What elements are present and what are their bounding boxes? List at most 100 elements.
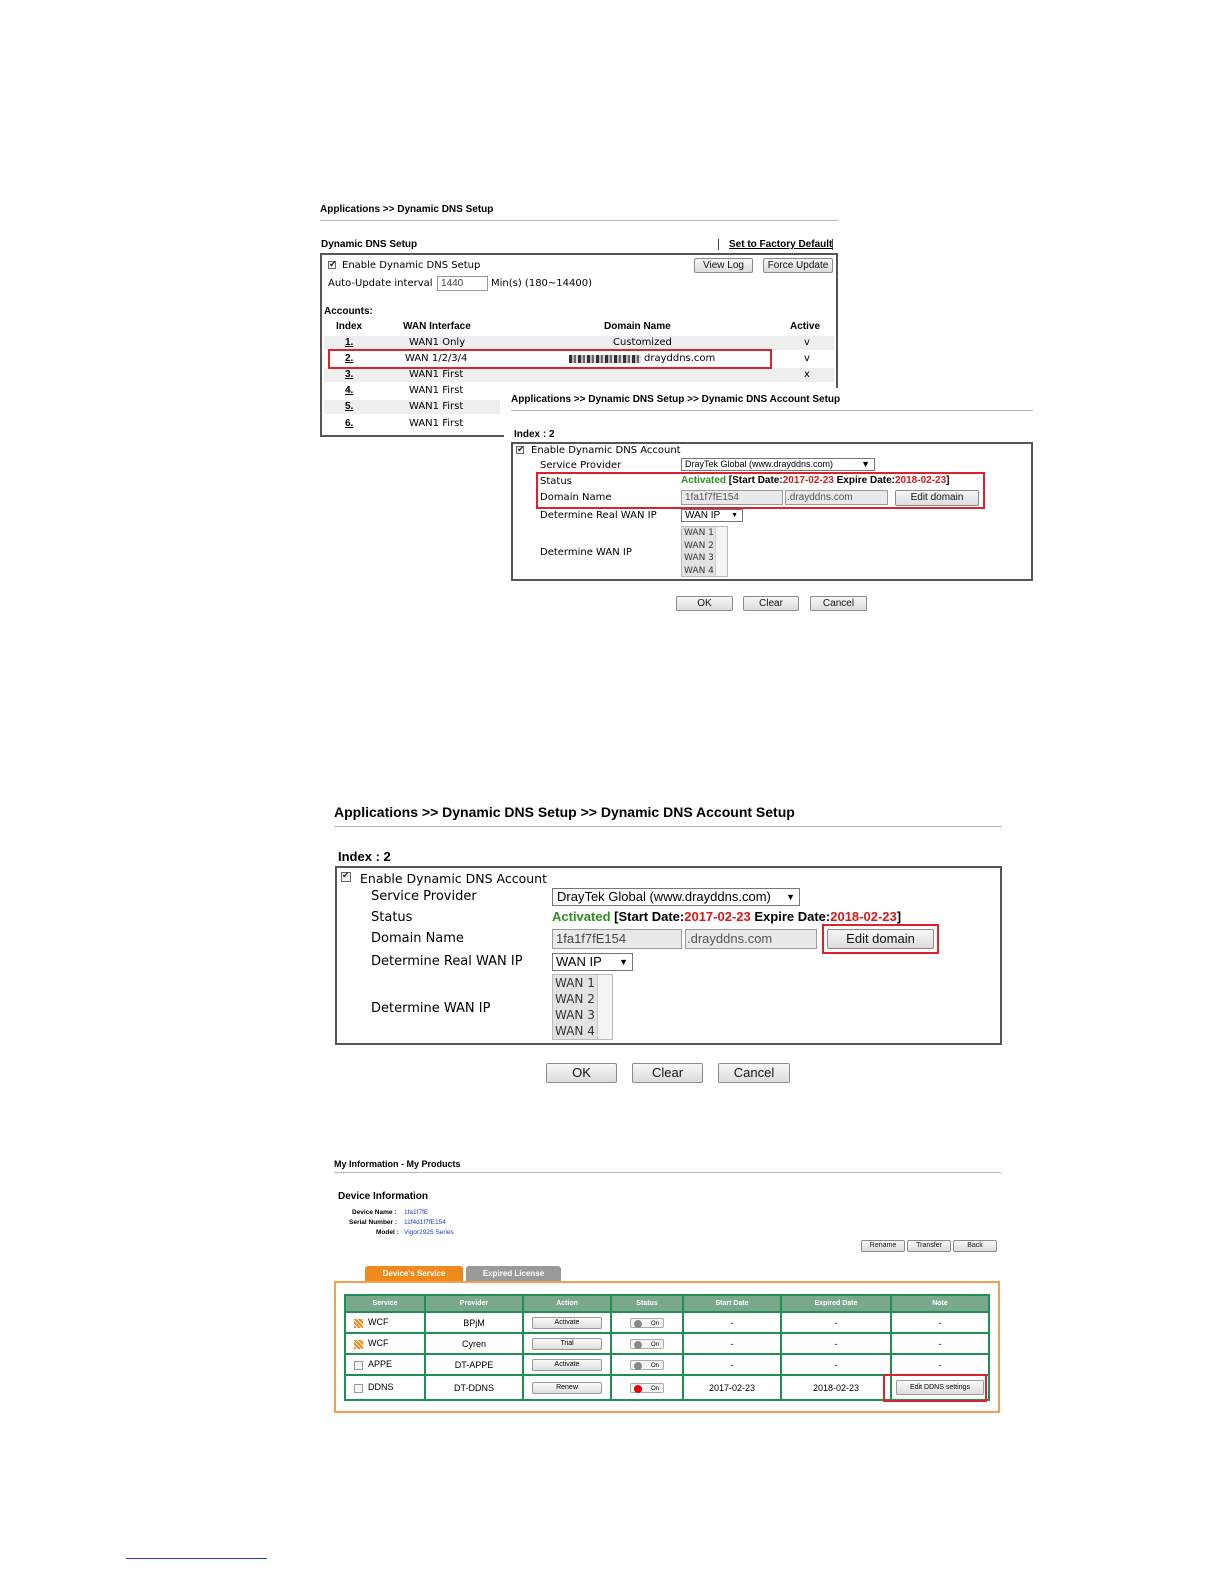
back-button[interactable]: Back <box>953 1240 997 1252</box>
col-service: Service <box>344 1294 426 1313</box>
wan-ip-label-small: Determine WAN IP <box>540 547 632 558</box>
model-value: Vigor2925 Series <box>404 1229 454 1236</box>
chevron-down-icon: ▼ <box>786 892 795 902</box>
account-domain-1: Customized <box>613 337 672 348</box>
account-wan-6: WAN1 First <box>409 418 464 429</box>
account-index-3[interactable]: 3. <box>345 369 353 380</box>
account-wan-3: WAN1 First <box>409 369 464 380</box>
cancel-button-small[interactable]: Cancel <box>810 596 867 611</box>
col-index: Index <box>336 321 363 332</box>
breadcrumb-my-products: My Information - My Products <box>334 1159 461 1169</box>
renew-button[interactable]: Renew <box>532 1382 602 1394</box>
serial-label: Serial Number : <box>349 1219 398 1226</box>
wcf-icon <box>354 1339 363 1349</box>
account-wan-4: WAN1 First <box>409 385 464 396</box>
status-toggle[interactable]: On <box>630 1359 664 1370</box>
clear-button-small[interactable]: Clear <box>743 596 799 611</box>
model-label: Model : <box>376 1229 399 1236</box>
service-provider-label-small: Service Provider <box>540 460 622 471</box>
interval-unit: Min(s) (180~14400) <box>491 278 593 289</box>
col-note: Note <box>890 1294 990 1313</box>
enable-account-checkbox-large[interactable] <box>341 870 351 882</box>
col-start-date: Start Date <box>682 1294 782 1313</box>
rename-button[interactable]: Rename <box>861 1240 905 1252</box>
enable-account-checkbox-small[interactable] <box>516 444 525 455</box>
account-active-2: v <box>804 353 810 364</box>
force-update-button[interactable]: Force Update <box>763 258 833 273</box>
breadcrumb-ddns-setup: Applications >> Dynamic DNS Setup <box>320 204 494 215</box>
real-wan-label-small: Determine Real WAN IP <box>540 510 657 521</box>
divider <box>511 410 1033 411</box>
cancel-button-large[interactable]: Cancel <box>718 1063 790 1083</box>
account-active-3: x <box>804 369 810 380</box>
account-index-1[interactable]: 1. <box>345 337 353 348</box>
tab-devices-service[interactable]: Device's Service <box>365 1266 463 1281</box>
col-action: Action <box>522 1294 612 1313</box>
col-wan-interface: WAN Interface <box>403 321 471 332</box>
enable-ddns-label: Enable Dynamic DNS Setup <box>342 260 481 271</box>
wan-ip-label-large: Determine WAN IP <box>371 1001 491 1016</box>
highlight-status-domain-small <box>536 472 985 509</box>
status-label-large: Status <box>371 910 413 925</box>
table-row: APPE DT-APPE Activate On - - - <box>344 1353 990 1376</box>
service-provider-select-small[interactable]: DrayTek Global (www.drayddns.com) ▼ <box>681 458 875 471</box>
section-title: Dynamic DNS Setup <box>321 239 418 250</box>
accounts-label: Accounts: <box>324 306 373 317</box>
serial-value: 11f4d1f7fE154 <box>404 1219 446 1226</box>
activate-button[interactable]: Activate <box>532 1359 602 1371</box>
activate-button[interactable]: Activate <box>532 1317 602 1329</box>
breadcrumb-account-setup-small: Applications >> Dynamic DNS Setup >> Dyn… <box>511 394 841 405</box>
table-row: WCF Cyren Trial On - - - <box>344 1332 990 1355</box>
service-provider-select-large[interactable]: DrayTek Global (www.drayddns.com) ▼ <box>552 888 800 906</box>
wan-ip-listbox-large[interactable]: WAN 1 WAN 2 WAN 3 WAN 4 <box>552 974 613 1040</box>
image-icon <box>354 1383 363 1393</box>
highlight-edit-ddns-settings <box>883 1374 987 1402</box>
service-provider-value: DrayTek Global (www.drayddns.com) <box>557 889 771 904</box>
clear-button-large[interactable]: Clear <box>632 1063 703 1083</box>
transfer-button[interactable]: Transfer <box>907 1240 951 1252</box>
interval-input[interactable]: 1440 <box>437 276 488 291</box>
account-wan-1: WAN1 Only <box>409 337 466 348</box>
account-wan-5: WAN1 First <box>409 401 464 412</box>
device-info-title: Device Information <box>338 1191 429 1202</box>
footnote-rule <box>126 1558 267 1559</box>
account-index-6[interactable]: 6. <box>345 418 353 429</box>
ok-button-large[interactable]: OK <box>546 1063 617 1083</box>
wan-ip-listbox-small[interactable]: WAN 1 WAN 2 WAN 3 WAN 4 <box>681 526 728 577</box>
breadcrumb-account-setup-large: Applications >> Dynamic DNS Setup >> Dyn… <box>334 804 795 820</box>
highlight-edit-domain-large <box>822 924 939 954</box>
service-provider-label-large: Service Provider <box>371 889 477 904</box>
index-label-large: Index : 2 <box>338 849 391 864</box>
domain-suffix-field-large: .drayddns.com <box>685 929 817 949</box>
chevron-down-icon: ▼ <box>861 459 870 469</box>
real-wan-select-small[interactable]: WAN IP ▼ <box>681 509 743 522</box>
index-label-small: Index : 2 <box>514 429 555 440</box>
tab-expired-license[interactable]: Expired License <box>466 1266 561 1281</box>
enable-account-label-small: Enable Dynamic DNS Account <box>531 445 681 456</box>
wcf-icon <box>354 1318 363 1328</box>
factory-default-link[interactable]: Set to Factory Default <box>729 239 832 250</box>
col-status: Status <box>610 1294 684 1313</box>
status-toggle[interactable]: On <box>630 1382 664 1393</box>
real-wan-label-large: Determine Real WAN IP <box>371 954 523 969</box>
device-name-label: Device Name : <box>352 1209 397 1216</box>
view-log-button[interactable]: View Log <box>694 258 753 273</box>
highlight-account-2 <box>328 349 772 369</box>
ok-button-small[interactable]: OK <box>676 596 733 611</box>
domain-host-input-large[interactable]: 1fa1f7fE154 <box>552 929 682 949</box>
enable-ddns-checkbox[interactable] <box>328 259 337 270</box>
status-toggle[interactable]: On <box>630 1317 664 1328</box>
account-index-4[interactable]: 4. <box>345 385 353 396</box>
col-domain-name: Domain Name <box>604 321 671 332</box>
status-toggle[interactable]: On <box>630 1338 664 1349</box>
divider <box>320 220 838 221</box>
scrollbar[interactable] <box>715 527 727 576</box>
real-wan-select-large[interactable]: WAN IP ▼ <box>552 953 633 971</box>
service-provider-value: DrayTek Global (www.drayddns.com) <box>685 459 834 469</box>
col-provider: Provider <box>424 1294 524 1313</box>
image-icon <box>354 1360 363 1370</box>
scrollbar[interactable] <box>597 975 612 1039</box>
trial-button[interactable]: Trial <box>532 1338 602 1350</box>
account-index-5[interactable]: 5. <box>345 401 353 412</box>
device-name-value: 1fa1f7fE <box>404 1209 429 1216</box>
